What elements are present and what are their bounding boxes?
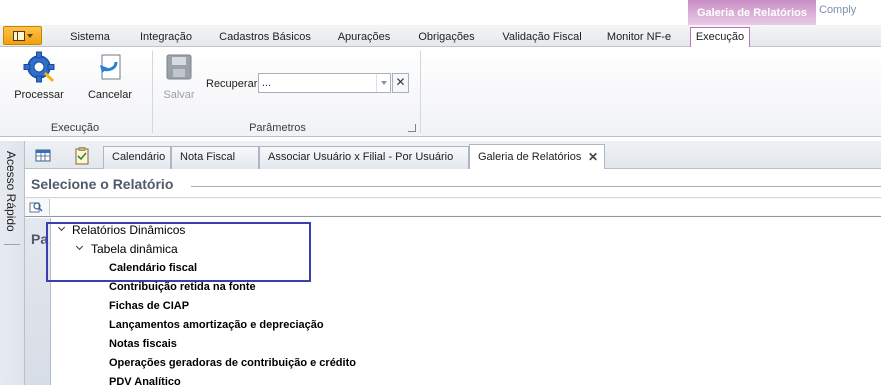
recuperar-label: Recuperar — [206, 78, 258, 90]
parametros-group-label: Parâmetros — [249, 122, 306, 134]
recuperar-value: ... — [262, 77, 272, 89]
document-tab-bar: Calendário Nota Fiscal Associar Usuário … — [25, 141, 881, 170]
doc-tab-label: Nota Fiscal — [180, 151, 236, 163]
cancelar-label: Cancelar — [87, 89, 133, 101]
cancelar-button[interactable]: Cancelar — [82, 51, 138, 109]
chevron-down-icon — [380, 81, 387, 85]
chevron-down-icon — [26, 33, 33, 38]
product-name: Comply — [819, 4, 857, 16]
quick-access-bar[interactable]: Acesso Rápido — [0, 141, 25, 385]
tab-integracao[interactable]: Integração — [131, 28, 201, 47]
undo-document-icon — [100, 54, 121, 80]
close-icon[interactable]: ✕ — [588, 145, 598, 169]
doc-tab-associar-usuario[interactable]: Associar Usuário x Filial - Por Usuário — [259, 146, 469, 169]
processar-label: Processar — [14, 89, 64, 101]
report-item[interactable]: Contribuição retida na fonte — [109, 281, 256, 293]
tab-apuracoes[interactable]: Apurações — [330, 28, 398, 47]
report-item[interactable]: PDV Analítico — [109, 376, 181, 385]
section-divider — [191, 186, 881, 187]
doc-tab-label: Galeria de Relatórios — [478, 151, 582, 163]
group-divider — [420, 51, 421, 133]
report-item[interactable]: Lançamentos amortização e depreciação — [109, 319, 324, 331]
ribbon-panel: Processar Cancelar Execução Salvar Recup… — [0, 47, 881, 137]
tab-obrigacoes[interactable]: Obrigações — [409, 28, 484, 47]
tab-validacao-fiscal[interactable]: Validação Fiscal — [494, 28, 590, 47]
gear-icon — [23, 51, 55, 83]
context-tab-group: Galeria de Relatórios — [688, 0, 816, 25]
group-divider — [152, 51, 153, 133]
salvar-button[interactable]: Salvar — [158, 51, 200, 109]
tab-monitor-nfe[interactable]: Monitor NF-e — [597, 28, 681, 47]
report-item[interactable]: Operações geradoras de contribuição e cr… — [109, 357, 356, 369]
quick-access-divider — [4, 244, 20, 245]
tab-execucao[interactable]: Execução — [690, 27, 750, 48]
clear-recuperar-button[interactable]: ✕ — [392, 73, 409, 93]
combo-dropdown-button[interactable] — [376, 74, 390, 92]
processar-button[interactable]: Processar — [10, 51, 68, 109]
app-menu-button[interactable] — [3, 26, 42, 45]
dialog-launcher-icon[interactable] — [408, 124, 416, 132]
save-icon — [166, 54, 192, 80]
doc-tab-nota-fiscal[interactable]: Nota Fiscal — [171, 146, 259, 169]
clipboard-check-icon — [75, 147, 89, 165]
tab-cadastros-basicos[interactable]: Cadastros Básicos — [212, 28, 318, 47]
doc-tab-galeria-relatorios[interactable]: Galeria de Relatórios ✕ — [469, 144, 605, 170]
quick-access-label: Acesso Rápido — [4, 151, 18, 232]
title-bar: Galeria de Relatórios Comply — [0, 0, 881, 25]
doc-tab-label: Associar Usuário x Filial - Por Usuário — [268, 151, 454, 163]
recuperar-combo[interactable]: ... — [258, 73, 391, 93]
report-item[interactable]: Fichas de CIAP — [109, 300, 189, 312]
filter-input[interactable] — [49, 199, 881, 215]
section-title: Selecione o Relatório — [31, 176, 174, 192]
grid-tab-button[interactable] — [33, 146, 53, 166]
execucao-group-label: Execução — [50, 122, 100, 134]
tab-sistema[interactable]: Sistema — [61, 28, 119, 47]
checklist-tab-button[interactable] — [72, 146, 92, 166]
doc-tab-label: Calendário — [112, 151, 166, 163]
find-icon[interactable] — [29, 201, 43, 213]
doc-tab-calendario[interactable]: Calendário — [103, 146, 171, 169]
highlight-box — [46, 222, 311, 282]
table-icon — [35, 149, 51, 162]
salvar-label: Salvar — [163, 89, 195, 101]
app-menu-icon — [12, 30, 25, 41]
report-item[interactable]: Notas fiscais — [109, 338, 177, 350]
filter-toolbar — [25, 197, 881, 217]
ribbon-tab-bar: Sistema Integração Cadastros Básicos Apu… — [0, 25, 881, 48]
close-icon: ✕ — [395, 75, 406, 89]
